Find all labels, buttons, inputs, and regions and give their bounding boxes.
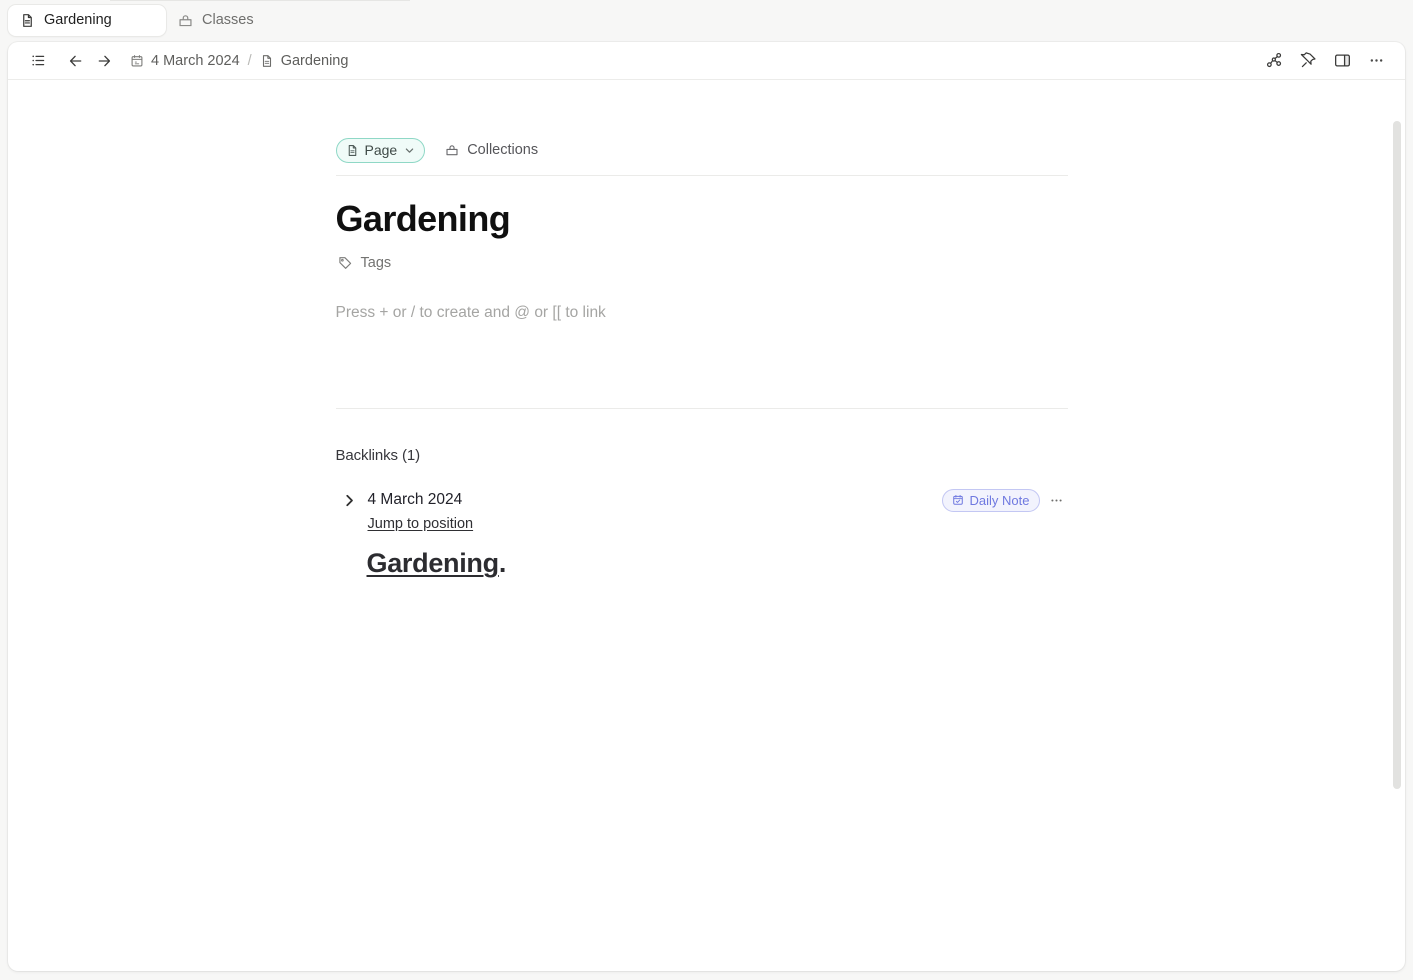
vertical-scrollbar[interactable] (1393, 121, 1401, 970)
backlink-content-trailing: . (498, 548, 507, 579)
page-type-label: Page (364, 142, 398, 158)
tab-label: Gardening (44, 12, 112, 28)
arrow-right-icon[interactable] (90, 47, 118, 75)
tag-icon (338, 256, 352, 270)
arrow-left-icon[interactable] (62, 47, 90, 75)
backlink-item: 4 March 2024 Daily Note Jump to position… (336, 488, 1068, 579)
list-icon[interactable] (24, 47, 52, 75)
backlink-preview: Gardening. (367, 548, 1068, 579)
backlink-content-link[interactable]: Gardening (367, 548, 500, 578)
backlinks-divider (335, 408, 1068, 410)
collection-icon (445, 143, 459, 157)
calendar-icon (130, 54, 144, 68)
collections-label: Collections (467, 142, 539, 158)
split-panel-icon[interactable] (1327, 47, 1357, 75)
tab-gardening[interactable]: Gardening (8, 4, 166, 36)
pin-icon[interactable] (1293, 47, 1323, 75)
breadcrumb-item-page[interactable]: Gardening (260, 52, 349, 69)
tab-classes[interactable]: Classes (166, 5, 270, 36)
page-icon (346, 144, 359, 157)
page-title[interactable]: Gardening (336, 198, 1068, 239)
breadcrumb-label: Gardening (280, 52, 349, 69)
graph-view-icon[interactable] (1259, 47, 1289, 75)
breadcrumb-item-date[interactable]: 4 March 2024 (130, 53, 240, 69)
chevron-right-icon[interactable] (339, 489, 361, 511)
document-meta-row: Page Collections (335, 137, 1068, 163)
backlink-date[interactable]: 4 March 2024 (368, 491, 463, 509)
document-scroll-area: Page Collections Gardening Tags Press + … (8, 80, 1405, 970)
breadcrumb: 4 March 2024 / Gardening (130, 53, 348, 69)
page-icon (260, 54, 274, 68)
calendar-check-icon (952, 494, 964, 506)
document-content: Page Collections Gardening Tags Press + … (335, 80, 1068, 579)
status-badge-label: Daily Note (969, 492, 1030, 508)
meta-divider (335, 175, 1068, 176)
toolbar-right-group (1259, 47, 1391, 75)
body-editor-placeholder[interactable]: Press + or / to create and @ or [[ to li… (336, 304, 1068, 322)
tab-label: Classes (202, 12, 254, 28)
collections-button[interactable]: Collections (445, 142, 538, 158)
more-options-icon[interactable] (1046, 489, 1068, 511)
tags-label: Tags (360, 255, 392, 272)
chevron-down-icon (404, 145, 415, 156)
main-window-card: 4 March 2024 / Gardening Page Collection… (8, 42, 1405, 971)
jump-to-position-link[interactable]: Jump to position (368, 516, 474, 532)
window-tab-strip: Gardening Classes (0, 0, 1413, 40)
toolbar-left-group: 4 March 2024 / Gardening (24, 47, 348, 75)
collection-icon (178, 13, 193, 28)
backlink-header: 4 March 2024 Daily Note (336, 488, 1068, 512)
more-options-icon[interactable] (1361, 47, 1391, 75)
backlink-actions: Daily Note (941, 488, 1068, 512)
breadcrumb-separator: / (247, 52, 252, 69)
tags-button[interactable]: Tags (338, 255, 392, 272)
breadcrumb-label: 4 March 2024 (151, 52, 240, 69)
page-icon (20, 13, 35, 28)
status-badge[interactable]: Daily Note (941, 488, 1040, 512)
backlinks-heading: Backlinks (1) (335, 447, 421, 465)
scrollbar-thumb[interactable] (1393, 121, 1401, 789)
page-type-pill[interactable]: Page (335, 137, 426, 163)
document-toolbar: 4 March 2024 / Gardening (8, 42, 1405, 80)
